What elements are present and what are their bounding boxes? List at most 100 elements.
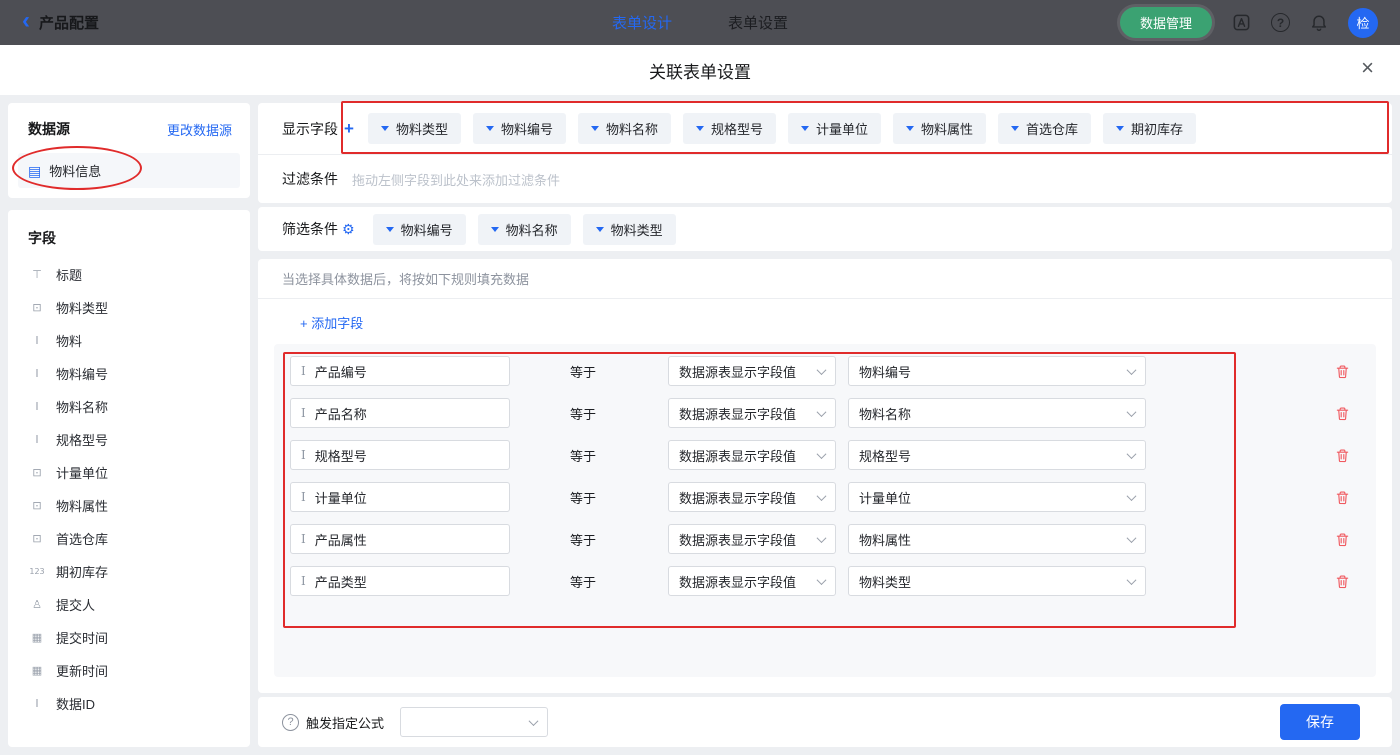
display-field-chip[interactable]: 首选仓库 [998, 113, 1091, 144]
display-field-chip[interactable]: 物料类型 [368, 113, 461, 144]
sidebar: 数据源 更改数据源 ▤ 物料信息 字段 ⊤ 标题 ⊡ [8, 103, 250, 747]
mapping-row: I 等于 数据源表显示字段值 物料属性 [274, 524, 1376, 554]
field-list-item[interactable]: ⊤ 标题 [16, 258, 242, 291]
target-field-input[interactable]: I [290, 398, 510, 428]
source-type-select[interactable]: 数据源表显示字段值 [668, 524, 836, 554]
source-type-select[interactable]: 数据源表显示字段值 [668, 482, 836, 512]
delete-row-button[interactable] [1335, 574, 1350, 589]
avatar[interactable]: 检 [1348, 8, 1378, 38]
source-field-select[interactable]: 物料属性 [848, 524, 1146, 554]
target-field-input[interactable]: I [290, 524, 510, 554]
display-field-chip[interactable]: 物料属性 [893, 113, 986, 144]
screen-field-chip[interactable]: 物料编号 [373, 214, 466, 245]
datasource-item[interactable]: ▤ 物料信息 [18, 153, 240, 188]
source-field-select[interactable]: 物料类型 [848, 566, 1146, 596]
field-list-item[interactable]: ▦ 更新时间 [16, 654, 242, 687]
delete-row-button[interactable] [1335, 448, 1350, 463]
field-list-item[interactable]: ♙ 提交人 [16, 588, 242, 621]
screen-field-chip[interactable]: 物料名称 [478, 214, 571, 245]
field-list-item[interactable]: I 规格型号 [16, 423, 242, 456]
target-field-value[interactable] [315, 532, 499, 547]
display-field-chip[interactable]: 期初库存 [1103, 113, 1196, 144]
field-list: ⊤ 标题 ⊡ 物料类型 I 物料 I 物料编号 [8, 258, 250, 720]
chevron-down-icon [529, 716, 539, 726]
add-field-button[interactable]: + 添加字段 [300, 313, 363, 332]
field-label: 数据ID [56, 694, 95, 713]
target-field-input[interactable]: I [290, 440, 510, 470]
target-field-value[interactable] [315, 490, 499, 505]
field-label: 期初库存 [56, 562, 108, 581]
field-label: 提交人 [56, 595, 95, 614]
screen-field-chips: 物料编号 物料名称 物料类型 [373, 214, 676, 245]
gear-icon[interactable]: ⚙ [342, 222, 355, 236]
target-field-value[interactable] [315, 364, 499, 379]
delete-row-button[interactable] [1335, 406, 1350, 421]
equals-label: 等于 [570, 572, 668, 591]
rule-hint: 当选择具体数据后，将按如下规则填充数据 [258, 259, 1392, 299]
back-chevron-icon[interactable]: ‹ [22, 9, 30, 33]
translate-icon[interactable] [1232, 13, 1251, 32]
back-nav[interactable]: ‹ 产品配置 [22, 12, 99, 33]
data-manage-button[interactable]: 数据管理 [1120, 7, 1212, 38]
equals-label: 等于 [570, 362, 668, 381]
delete-row-button[interactable] [1335, 364, 1350, 379]
delete-row-button[interactable] [1335, 490, 1350, 505]
change-datasource-link[interactable]: 更改数据源 [167, 120, 232, 139]
delete-row-button[interactable] [1335, 532, 1350, 547]
field-list-item[interactable]: ⊡ 计量单位 [16, 456, 242, 489]
filter-condition-row: 过滤条件 拖动左侧字段到此处来添加过滤条件 [258, 155, 1392, 203]
topbar-tab[interactable]: 表单设计 [612, 12, 672, 33]
select-icon: ⊡ [28, 301, 46, 314]
display-field-chip[interactable]: 计量单位 [788, 113, 881, 144]
target-field-input[interactable]: I [290, 356, 510, 386]
field-list-item[interactable]: ⊡ 首选仓库 [16, 522, 242, 555]
display-field-chip[interactable]: 规格型号 [683, 113, 776, 144]
field-list-item[interactable]: I 物料名称 [16, 390, 242, 423]
source-field-select[interactable]: 物料名称 [848, 398, 1146, 428]
modal-header: 关联表单设置 × [0, 45, 1400, 95]
source-type-select[interactable]: 数据源表显示字段值 [668, 440, 836, 470]
mapping-row: I 等于 数据源表显示字段值 物料编号 [274, 356, 1376, 386]
source-type-select[interactable]: 数据源表显示字段值 [668, 566, 836, 596]
mapping-row: I 等于 数据源表显示字段值 规格型号 [274, 440, 1376, 470]
trigger-formula-select[interactable] [400, 707, 548, 737]
chevron-down-icon [817, 575, 827, 585]
help-icon[interactable]: ? [282, 714, 299, 731]
target-field-value[interactable] [315, 574, 499, 589]
field-list-item[interactable]: I 数据ID [16, 687, 242, 720]
field-list-item[interactable]: ▦ 提交时间 [16, 621, 242, 654]
topbar-tab[interactable]: 表单设置 [728, 12, 788, 33]
screen-field-chip[interactable]: 物料类型 [583, 214, 676, 245]
bell-icon[interactable] [1310, 14, 1328, 32]
field-list-item[interactable]: I 物料 [16, 324, 242, 357]
target-field-value[interactable] [315, 448, 499, 463]
mapping-panel: I 等于 数据源表显示字段值 物料编号 [274, 344, 1376, 677]
source-type-select[interactable]: 数据源表显示字段值 [668, 356, 836, 386]
display-field-chip[interactable]: 物料编号 [473, 113, 566, 144]
display-field-chip[interactable]: 物料名称 [578, 113, 671, 144]
target-field-value[interactable] [315, 406, 499, 421]
add-display-field-icon[interactable]: + [344, 120, 354, 137]
field-list-item[interactable]: ⊡ 物料类型 [16, 291, 242, 324]
close-icon[interactable]: × [1361, 57, 1374, 79]
field-label: 物料属性 [56, 496, 108, 515]
field-list-item[interactable]: 123 期初库存 [16, 555, 242, 588]
target-field-input[interactable]: I [290, 566, 510, 596]
field-list-item[interactable]: ⊡ 物料属性 [16, 489, 242, 522]
source-field-select[interactable]: 物料编号 [848, 356, 1146, 386]
chevron-down-icon [817, 449, 827, 459]
target-field-input[interactable]: I [290, 482, 510, 512]
title-icon: ⊤ [28, 268, 46, 281]
save-button[interactable]: 保存 [1280, 704, 1360, 740]
source-field-select[interactable]: 规格型号 [848, 440, 1146, 470]
display-filter-card: 显示字段 + 物料类型 物料编号 [258, 103, 1392, 203]
field-list-item[interactable]: I 物料编号 [16, 357, 242, 390]
equals-label: 等于 [570, 530, 668, 549]
source-type-select[interactable]: 数据源表显示字段值 [668, 398, 836, 428]
source-field-select[interactable]: 计量单位 [848, 482, 1146, 512]
source-type-value: 数据源表显示字段值 [679, 446, 796, 465]
modal-title: 关联表单设置 [649, 58, 751, 83]
mapping-row: I 等于 数据源表显示字段值 计量单位 [274, 482, 1376, 512]
filter-drop-zone[interactable]: 拖动左侧字段到此处来添加过滤条件 [352, 170, 560, 189]
help-icon[interactable]: ? [1271, 13, 1290, 32]
